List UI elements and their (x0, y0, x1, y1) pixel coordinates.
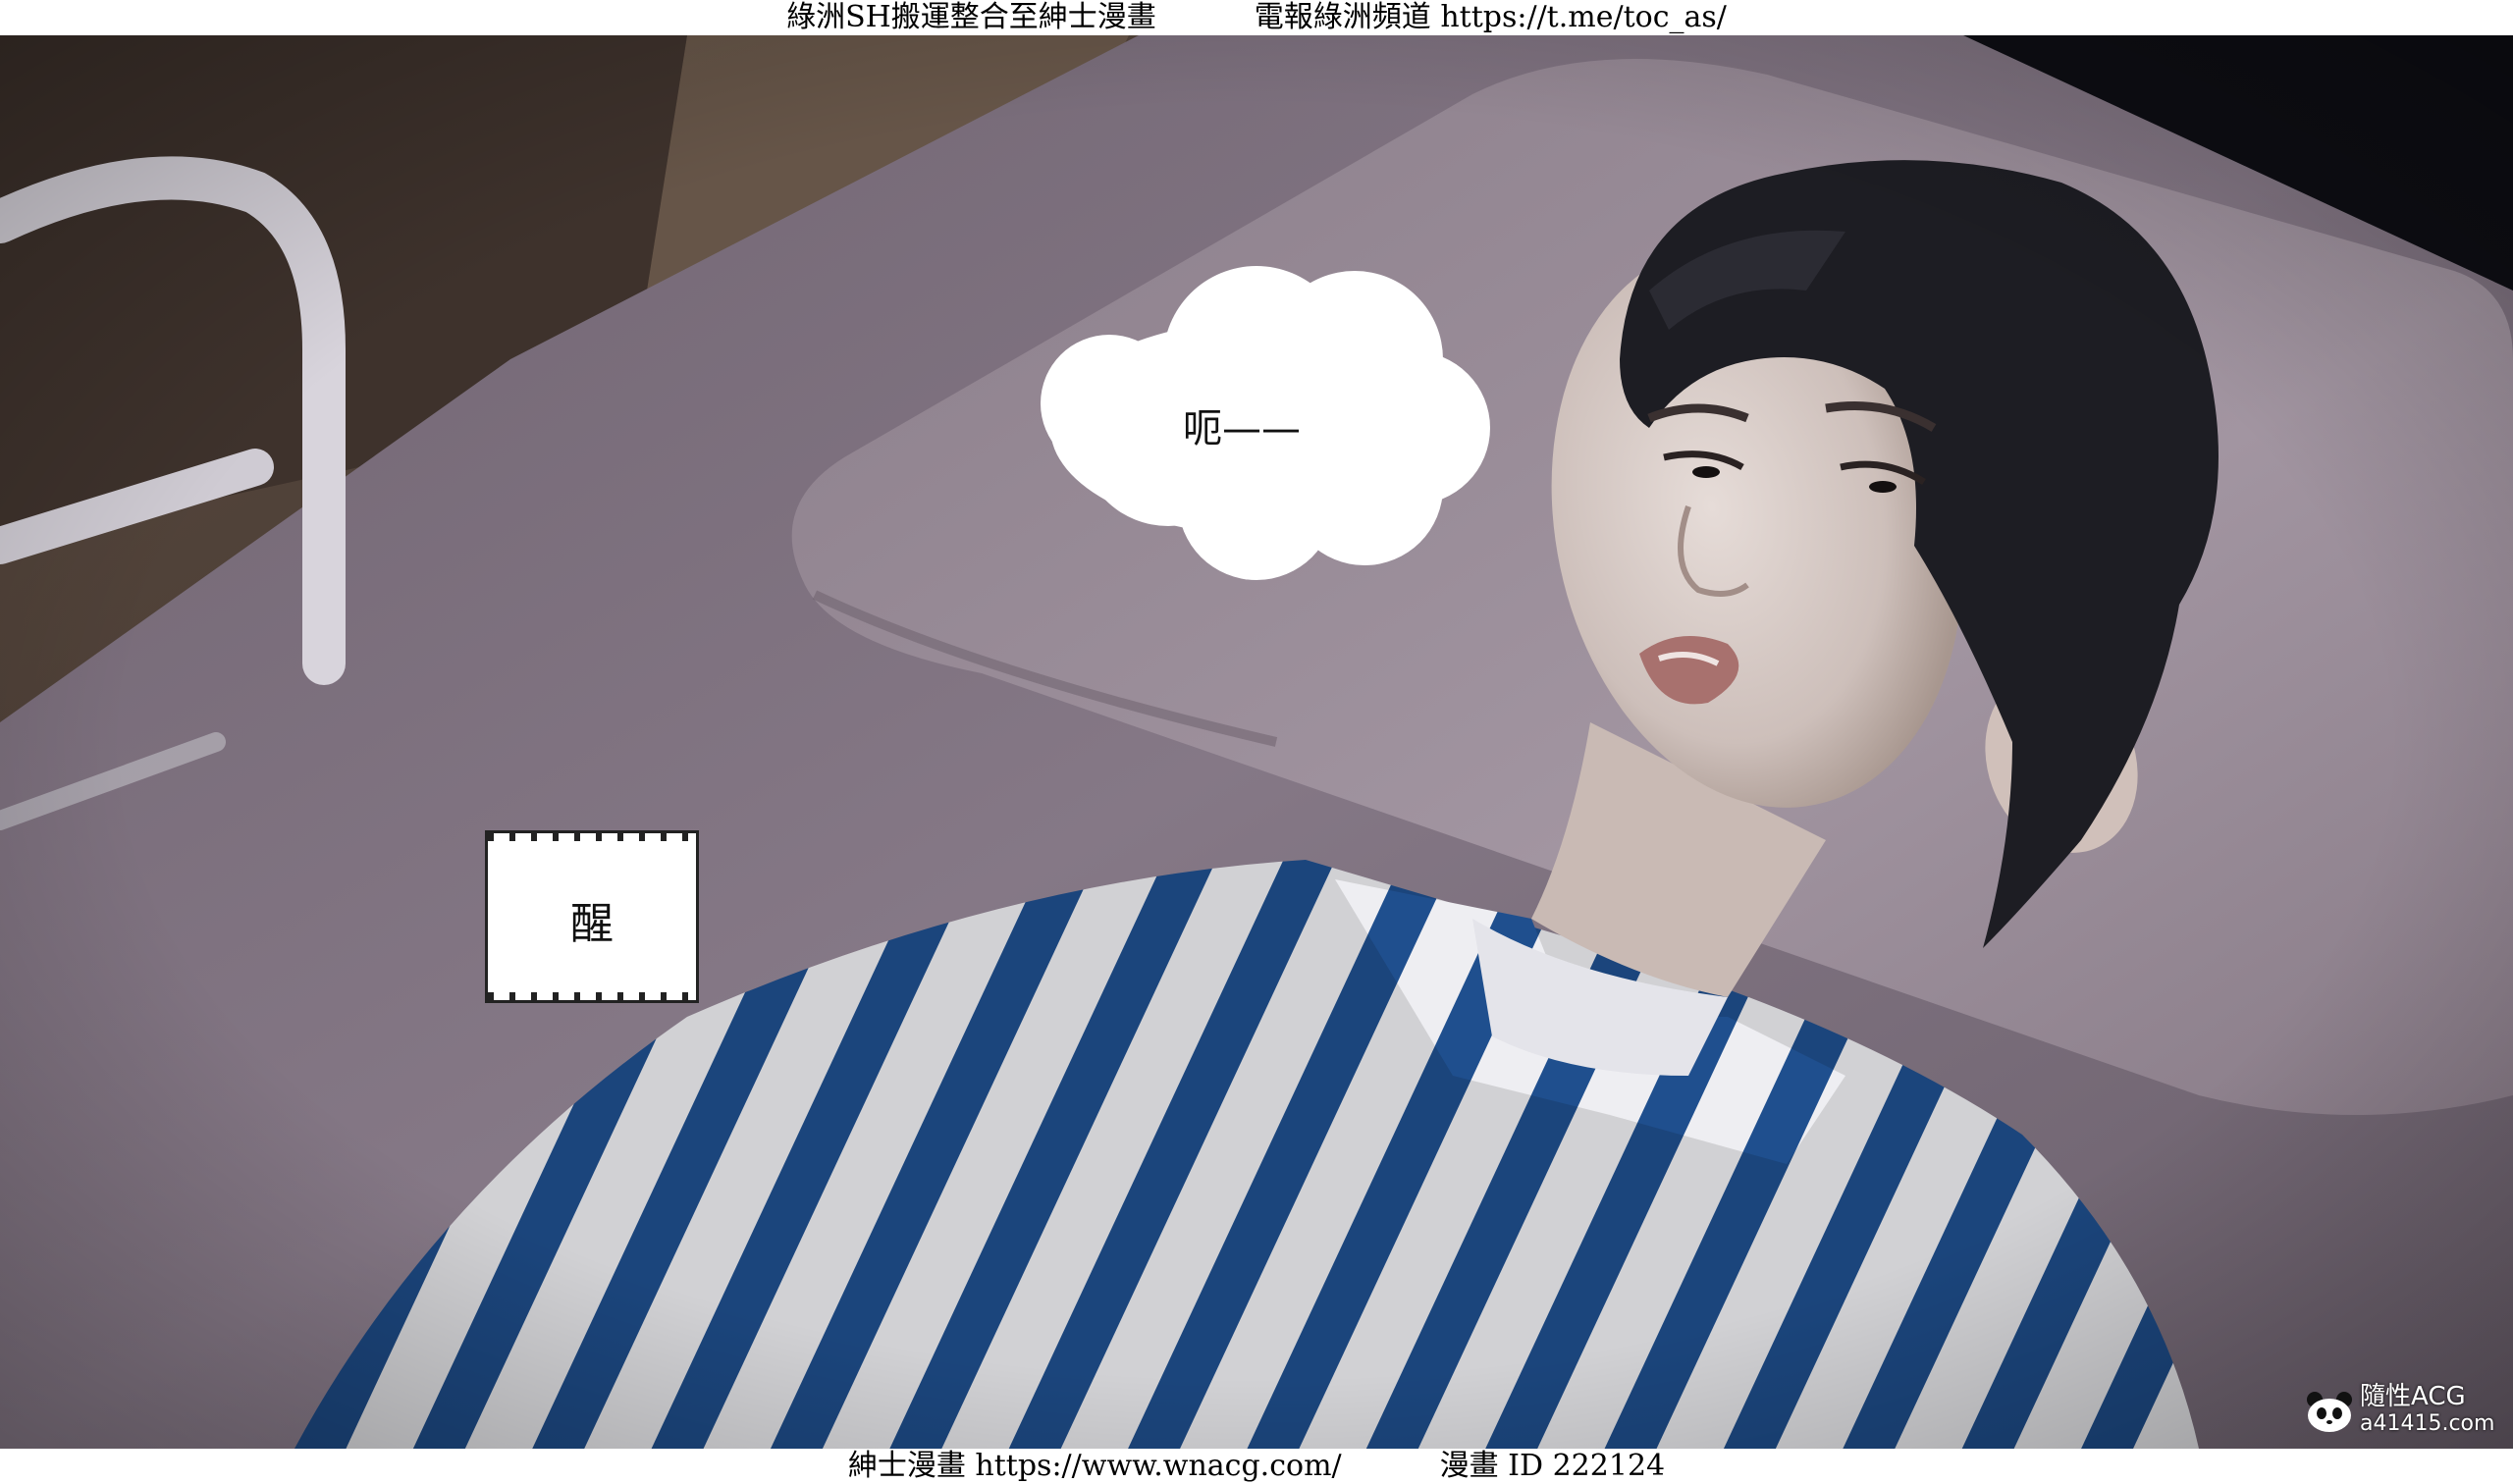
watermark-brand: 隨性ACG (2360, 1382, 2466, 1411)
bottom-banner: 紳士漫畫 https://www.wnacg.com/漫畫 ID 222124 (0, 1449, 2513, 1484)
top-banner-left-text: 綠洲SH搬運整合至紳士漫畫 (786, 0, 1156, 34)
top-banner-right-text[interactable]: 電報綠洲頻道 https://t.me/toc_as/ (1255, 0, 1727, 34)
comic-page: 綠洲SH搬運整合至紳士漫畫 電報綠洲頻道 https://t.me/toc_as/ (0, 0, 2513, 1484)
bottom-banner-right-text: 漫畫 ID 222124 (1439, 1449, 1666, 1483)
panel-illustration (0, 35, 2513, 1449)
bottom-banner-left-text[interactable]: 紳士漫畫 https://www.wnacg.com/ (848, 1449, 1342, 1483)
watermark: 隨性ACG a41415.com (2305, 1382, 2511, 1441)
top-banner: 綠洲SH搬運整合至紳士漫畫 電報綠洲頻道 https://t.me/toc_as/ (0, 0, 2513, 35)
caption-box-top-edge (488, 833, 696, 841)
caption-text: 醒 (570, 899, 614, 949)
caption-box-bottom-edge (488, 992, 696, 1000)
comic-panel: 呃—— 醒 隨性ACG a41415.com (0, 35, 2513, 1449)
thought-bubble-text: 呃—— (1183, 406, 1301, 451)
caption-box: 醒 (485, 830, 699, 1003)
panda-icon (2307, 1392, 2352, 1432)
watermark-site: a41415.com (2360, 1411, 2495, 1436)
